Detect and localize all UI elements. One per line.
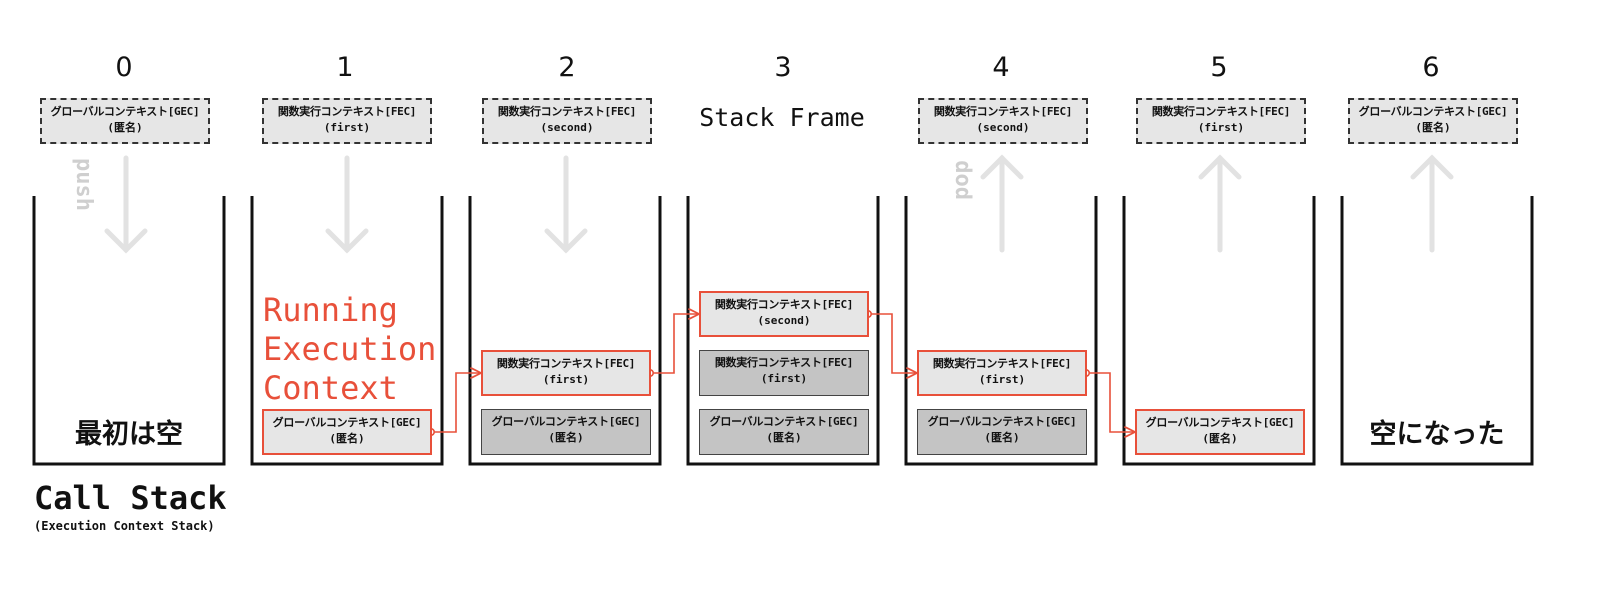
frame-s3-fec-first: 関数実行コンテキスト[FEC] (first) (699, 350, 869, 396)
frame-s4-fec-first-name: (first) (978, 373, 1026, 386)
top-context-0-name: (匿名) (107, 121, 143, 134)
top-context-1: 関数実行コンテキスト[FEC] (first) (262, 98, 432, 144)
frame-s1-gec: グローバルコンテキスト[GEC] (匿名) (262, 409, 432, 455)
frame-s3-gec: グローバルコンテキスト[GEC] (匿名) (699, 409, 869, 455)
top-context-0-title: グローバルコンテキスト[GEC] (50, 105, 200, 118)
frame-s3-fec-second: 関数実行コンテキスト[FEC] (second) (699, 291, 869, 337)
top-context-2-title: 関数実行コンテキスト[FEC] (497, 105, 637, 118)
top-context-2: 関数実行コンテキスト[FEC] (second) (482, 98, 652, 144)
transition-arrow-2-3 (650, 314, 698, 374)
frame-s5-gec-title: グローバルコンテキスト[GEC] (1145, 416, 1295, 429)
push-arrow-icon-2 (544, 155, 588, 254)
frame-s4-fec-first: 関数実行コンテキスト[FEC] (first) (917, 350, 1087, 396)
frame-s4-fec-first-title: 関数実行コンテキスト[FEC] (932, 357, 1072, 370)
top-context-5-name: (first) (1197, 121, 1245, 134)
frame-s1-gec-title: グローバルコンテキスト[GEC] (272, 416, 422, 429)
top-context-2-name: (second) (540, 121, 594, 134)
transition-arrow-3-4 (868, 313, 916, 373)
step-number-4: 4 (992, 52, 1010, 83)
frame-s3-fec-second-name: (second) (757, 314, 811, 327)
stack-frame-label: Stack Frame (699, 103, 865, 132)
top-context-6: グローバルコンテキスト[GEC] (匿名) (1348, 98, 1518, 144)
push-arrow-icon-1 (325, 155, 369, 254)
frame-s5-gec-name: (匿名) (1202, 432, 1238, 445)
frame-s3-fec-first-title: 関数実行コンテキスト[FEC] (714, 356, 854, 369)
frame-s2-fec-first-title: 関数実行コンテキスト[FEC] (496, 357, 636, 370)
push-arrow-icon-0 (104, 155, 148, 254)
transition-arrow-1-2 (431, 373, 480, 433)
pop-arrow-icon-5 (1198, 154, 1242, 253)
top-context-5: 関数実行コンテキスト[FEC] (first) (1136, 98, 1306, 144)
transition-arrow-4-5 (1086, 372, 1134, 432)
frame-s5-gec: グローバルコンテキスト[GEC] (匿名) (1135, 409, 1305, 455)
pop-label: pop (949, 160, 974, 200)
step-number-0: 0 (115, 52, 133, 83)
top-context-4: 関数実行コンテキスト[FEC] (second) (918, 98, 1088, 144)
call-stack-title: Call Stack (34, 479, 227, 517)
frame-s2-fec-first: 関数実行コンテキスト[FEC] (first) (481, 350, 651, 396)
frame-s3-gec-title: グローバルコンテキスト[GEC] (709, 415, 859, 428)
top-context-1-title: 関数実行コンテキスト[FEC] (277, 105, 417, 118)
frame-s3-gec-name: (匿名) (766, 431, 802, 444)
push-label: push (71, 158, 96, 211)
frame-s2-gec-name: (匿名) (548, 431, 584, 444)
frame-s3-fec-first-name: (first) (760, 372, 808, 385)
empty-end-label: 空になった (1369, 419, 1505, 450)
top-context-4-name: (second) (976, 121, 1030, 134)
step-number-2: 2 (558, 52, 576, 83)
step-number-1: 1 (336, 52, 354, 83)
frame-s4-gec: グローバルコンテキスト[GEC] (匿名) (917, 409, 1087, 455)
top-context-0: グローバルコンテキスト[GEC] (匿名) (40, 98, 210, 144)
frame-s2-gec: グローバルコンテキスト[GEC] (匿名) (481, 409, 651, 455)
running-execution-context-label: Running Execution Context (263, 291, 437, 407)
step-number-6: 6 (1422, 52, 1440, 83)
frame-s4-gec-title: グローバルコンテキスト[GEC] (927, 415, 1077, 428)
frame-s1-gec-name: (匿名) (329, 432, 365, 445)
top-context-6-title: グローバルコンテキスト[GEC] (1358, 105, 1508, 118)
pop-arrow-icon-6 (1410, 154, 1454, 253)
call-stack-subtitle: (Execution Context Stack) (34, 519, 215, 533)
empty-start-label: 最初は空 (75, 419, 183, 450)
top-context-6-name: (匿名) (1415, 121, 1451, 134)
frame-s2-gec-title: グローバルコンテキスト[GEC] (491, 415, 641, 428)
frame-s3-fec-second-title: 関数実行コンテキスト[FEC] (714, 298, 854, 311)
step-number-3: 3 (774, 52, 792, 83)
top-context-4-title: 関数実行コンテキスト[FEC] (933, 105, 1073, 118)
pop-arrow-icon-4 (980, 154, 1024, 253)
frame-s2-fec-first-name: (first) (542, 373, 590, 386)
top-context-1-name: (first) (323, 121, 371, 134)
top-context-5-title: 関数実行コンテキスト[FEC] (1151, 105, 1291, 118)
frame-s4-gec-name: (匿名) (984, 431, 1020, 444)
step-number-5: 5 (1210, 52, 1228, 83)
